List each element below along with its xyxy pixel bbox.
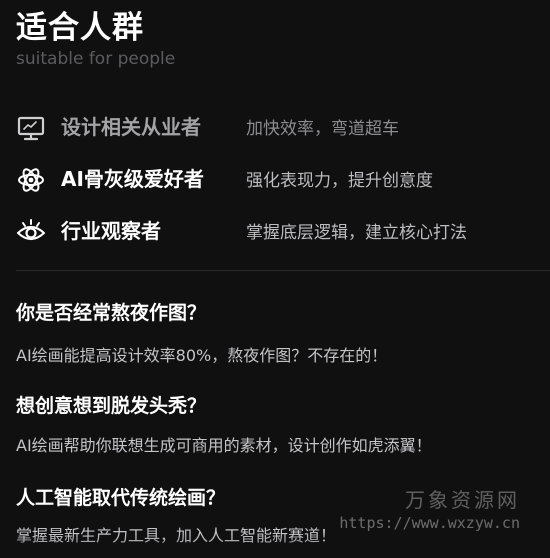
- page-subtitle: suitable for people: [16, 49, 176, 69]
- audience-desc: 掌握底层逻辑，建立核心打法: [246, 223, 467, 243]
- faq-answer: AI绘画帮助你联想生成可商用的素材，设计创作如虎添翼！: [16, 436, 432, 455]
- watermark-name: 万象资源网: [405, 488, 520, 512]
- audience-item-observers: 行业观察者 掌握底层逻辑，建立核心打法: [0, 211, 550, 251]
- audience-label: 行业观察者: [61, 219, 161, 243]
- audience-label: 设计相关从业者: [61, 115, 201, 139]
- eye-icon: [16, 217, 46, 247]
- audience-label: AI骨灰级爱好者: [61, 167, 204, 191]
- audience-item-ai-enthusiasts: AI骨灰级爱好者 强化表现力，提升创意度: [0, 159, 550, 199]
- atom-icon: [16, 165, 46, 195]
- page-title: 适合人群: [16, 10, 144, 46]
- audience-desc: 强化表现力，提升创意度: [246, 171, 433, 191]
- faq-answer: 掌握最新生产力工具，加入人工智能新赛道！: [16, 526, 337, 545]
- faq-question: 你是否经常熬夜作图？: [16, 302, 207, 324]
- monitor-icon: [16, 113, 46, 143]
- watermark-url: https://www.wxzyw.cn: [339, 514, 520, 532]
- audience-desc: 加快效率，弯道超车: [246, 119, 399, 139]
- audience-item-designers: 设计相关从业者 加快效率，弯道超车: [0, 107, 550, 147]
- faq-question: 人工智能取代传统绘画？: [16, 487, 226, 509]
- page: 适合人群 suitable for people 设计相关从业者 加快效率，弯道…: [0, 0, 550, 558]
- faq-question: 想创意想到脱发头秃？: [16, 395, 207, 417]
- faq-answer: AI绘画能提高设计效率80%，熬夜作图？不存在的！: [16, 346, 388, 365]
- divider: [16, 270, 550, 271]
